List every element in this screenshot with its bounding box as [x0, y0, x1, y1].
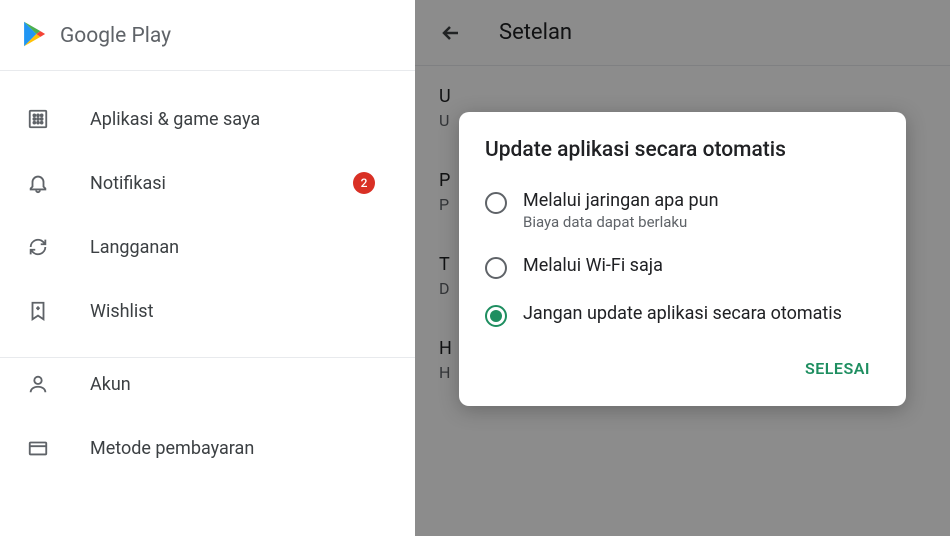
option-sublabel: Biaya data dapat berlaku — [523, 213, 719, 231]
refresh-icon — [26, 235, 50, 259]
option-label: Jangan update aplikasi secara otomatis — [523, 303, 842, 324]
drawer-item-label: Langganan — [90, 237, 395, 258]
option-any-network[interactable]: Melalui jaringan apa pun Biaya data dapa… — [485, 190, 880, 231]
play-store-icon — [20, 20, 60, 52]
radio-icon — [485, 192, 507, 214]
notification-badge: 2 — [353, 172, 375, 194]
drawer-item-payment[interactable]: Metode pembayaran — [0, 416, 415, 480]
brand-text: Google Play — [60, 24, 171, 48]
drawer-item-apps-games[interactable]: Aplikasi & game saya — [0, 87, 415, 151]
drawer-header: Google Play — [0, 0, 415, 70]
google-play-logo: Google Play — [20, 20, 171, 52]
drawer-item-notifications[interactable]: Notifikasi 2 — [0, 151, 415, 215]
credit-card-icon — [26, 436, 50, 460]
drawer-list: Aplikasi & game saya Notifikasi 2 Langga… — [0, 71, 415, 480]
drawer-item-label: Notifikasi — [90, 173, 353, 194]
drawer-item-label: Wishlist — [90, 301, 395, 322]
bookmark-add-icon — [26, 299, 50, 323]
drawer-item-subscriptions[interactable]: Langganan — [0, 215, 415, 279]
drawer-item-label: Metode pembayaran — [90, 438, 395, 459]
dialog-actions: SELESAI — [485, 351, 880, 386]
auto-update-dialog: Update aplikasi secara otomatis Melalui … — [459, 112, 906, 406]
dialog-title: Update aplikasi secara otomatis — [485, 138, 880, 162]
person-icon — [26, 372, 50, 396]
done-button[interactable]: SELESAI — [795, 351, 880, 386]
drawer-item-label: Akun — [90, 374, 395, 395]
option-dont-update[interactable]: Jangan update aplikasi secara otomatis — [485, 303, 880, 327]
drawer-item-account[interactable]: Akun — [0, 357, 415, 416]
option-label: Melalui jaringan apa pun — [523, 190, 719, 211]
option-wifi-only[interactable]: Melalui Wi-Fi saja — [485, 255, 880, 279]
drawer-item-label: Aplikasi & game saya — [90, 109, 395, 130]
settings-screen: Setelan U U P P T D H H Update aplikasi … — [415, 0, 950, 536]
radio-icon — [485, 257, 507, 279]
bell-icon — [26, 171, 50, 195]
drawer-item-wishlist[interactable]: Wishlist — [0, 279, 415, 343]
option-label: Melalui Wi-Fi saja — [523, 255, 663, 276]
apps-grid-icon — [26, 107, 50, 131]
navigation-drawer: Google Play Aplikasi & game saya Notifik… — [0, 0, 415, 536]
radio-icon-selected — [485, 305, 507, 327]
